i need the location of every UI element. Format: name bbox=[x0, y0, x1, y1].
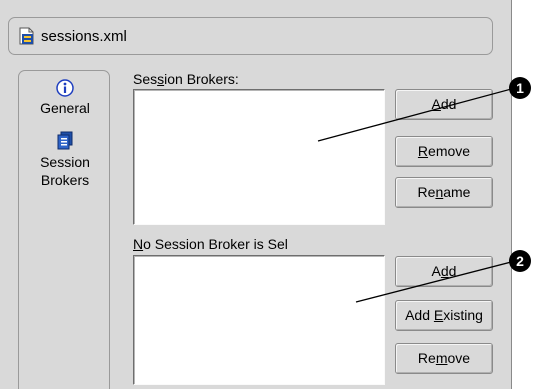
remove-session-broker-button[interactable]: Remove bbox=[395, 136, 493, 167]
nav-item-brokers-label: Brokers bbox=[40, 172, 90, 188]
callout-1-marker bbox=[509, 77, 531, 99]
nav-item-general[interactable]: General bbox=[19, 79, 111, 117]
add-session-broker-button[interactable]: Add bbox=[395, 89, 493, 120]
xml-file-icon bbox=[19, 27, 34, 45]
info-icon bbox=[56, 79, 74, 97]
session-brokers-icon bbox=[57, 131, 73, 150]
add-existing-session-button[interactable]: Add Existing bbox=[395, 300, 493, 331]
nav-item-session-label: Session bbox=[40, 154, 90, 170]
add-session-button[interactable]: Add bbox=[395, 256, 493, 287]
sessions-list[interactable] bbox=[133, 255, 385, 385]
session-brokers-label: Session Brokers: bbox=[133, 71, 239, 87]
file-header: sessions.xml bbox=[8, 17, 493, 55]
callout-2-marker bbox=[509, 250, 531, 272]
sessions-label: No Session Broker is Sel bbox=[133, 236, 288, 252]
sessions-editor-window: sessions.xml General Session Brokers Ses… bbox=[0, 0, 512, 389]
session-brokers-list[interactable] bbox=[133, 89, 385, 225]
navigation-panel: General Session Brokers bbox=[18, 70, 110, 389]
nav-item-general-label: General bbox=[40, 100, 90, 116]
rename-session-broker-button[interactable]: Rename bbox=[395, 177, 493, 208]
nav-item-session-brokers[interactable]: Session Brokers bbox=[19, 131, 111, 189]
remove-session-button[interactable]: Remove bbox=[395, 343, 493, 374]
callout-1-number: 1 bbox=[516, 80, 524, 96]
callout-2-number: 2 bbox=[516, 253, 524, 269]
file-name: sessions.xml bbox=[41, 27, 127, 45]
